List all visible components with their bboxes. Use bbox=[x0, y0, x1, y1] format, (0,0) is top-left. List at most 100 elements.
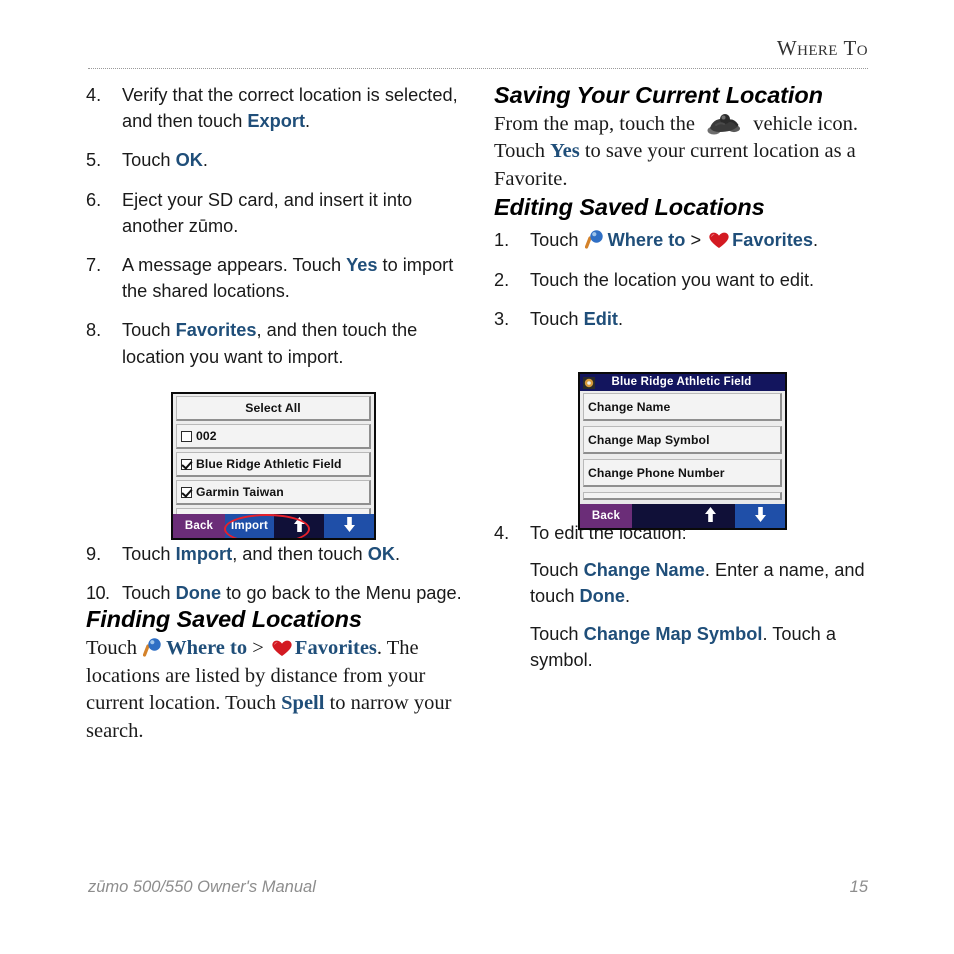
list-item: 6. Eject your SD card, and insert it int… bbox=[86, 187, 474, 239]
device-screenshot-edit-location: Blue Ridge Athletic Field Change Name Ch… bbox=[578, 372, 787, 530]
ui-ref-import: Import bbox=[175, 543, 233, 564]
saving-current-location-paragraph: From the map, touch the vehicle icon. To… bbox=[494, 111, 882, 194]
device-row-change-phone-number[interactable]: Change Phone Number bbox=[583, 459, 782, 487]
header-title-smallcaps-o: O bbox=[856, 43, 868, 59]
substep-text-part: Touch bbox=[530, 623, 584, 644]
header-title-cap-w: W bbox=[776, 36, 798, 60]
list-item: 1. Touch Where to > Favorites. bbox=[494, 227, 882, 253]
device-row-select-all[interactable]: Select All bbox=[176, 396, 371, 421]
step-text: Touch the location you want to edit. bbox=[530, 269, 815, 290]
device-import-button[interactable]: Import bbox=[225, 514, 274, 538]
device-row-garmin-taiwan[interactable]: Garmin Taiwan bbox=[176, 480, 371, 505]
ui-ref-where-to: Where to bbox=[166, 636, 248, 659]
device-row-label: Change Name bbox=[588, 399, 671, 414]
step-text-part: . bbox=[202, 150, 208, 171]
ui-ref-done: Done bbox=[579, 586, 626, 607]
list-item: 4. To edit the location: Touch Change Na… bbox=[494, 520, 882, 673]
device-row-partial bbox=[583, 492, 782, 500]
step-number: 9. bbox=[86, 543, 102, 564]
arrow-down-icon bbox=[342, 516, 357, 536]
substep-text-part: Touch bbox=[530, 560, 584, 581]
step-text-part: Touch bbox=[122, 150, 176, 171]
device-scroll-down-button[interactable] bbox=[735, 504, 785, 528]
device-row-label: Select All bbox=[245, 401, 301, 415]
step-text-part: . bbox=[813, 230, 819, 251]
ui-ref-yes: Yes bbox=[346, 255, 378, 276]
device-toolbar: Back Import bbox=[173, 514, 374, 538]
checkbox-checked[interactable] bbox=[181, 458, 192, 470]
device-back-button[interactable]: Back bbox=[173, 514, 225, 538]
ui-ref-change-map-symbol: Change Map Symbol bbox=[583, 623, 763, 644]
step-text-part: A message appears. Touch bbox=[122, 255, 347, 276]
step-text: A message appears. Touch Yes to import t… bbox=[122, 255, 453, 301]
device-row-blue-ridge-athletic-field[interactable]: Blue Ridge Athletic Field bbox=[176, 452, 371, 477]
substep-change-name: Touch Change Name. Enter a name, and tou… bbox=[530, 557, 882, 609]
section-heading-editing-saved-locations: Editing Saved Locations bbox=[494, 193, 765, 220]
editing-steps-list: 1. Touch Where to > Favorites. 2. Touch … bbox=[494, 227, 882, 332]
ui-ref-ok: OK bbox=[175, 150, 203, 171]
device-row-change-map-symbol[interactable]: Change Map Symbol bbox=[583, 426, 782, 454]
device-row-002[interactable]: 002 bbox=[176, 424, 371, 449]
list-item: 8. Touch Favorites, and then touch the l… bbox=[86, 317, 474, 369]
device-titlebar: Blue Ridge Athletic Field bbox=[580, 374, 785, 391]
step-text-part: Touch bbox=[122, 583, 176, 604]
ui-ref-spell: Spell bbox=[281, 692, 325, 715]
finding-saved-locations-paragraph: Touch Where to > Favorites. The location… bbox=[86, 635, 474, 746]
step-text-part: Touch bbox=[530, 230, 584, 251]
step-text-part: , and then touch bbox=[232, 543, 368, 564]
search-icon bbox=[142, 637, 165, 657]
checkbox-unchecked[interactable] bbox=[181, 430, 192, 442]
steps-list-upper: 4. Verify that the correct location is s… bbox=[86, 82, 474, 370]
ui-ref-export: Export bbox=[247, 111, 306, 132]
list-item: 7. A message appears. Touch Yes to impor… bbox=[86, 252, 474, 304]
step-text-part: . bbox=[394, 543, 401, 564]
list-item: 2. Touch the location you want to edit. bbox=[494, 267, 882, 293]
manual-page: WHERE TO 4. Verify that the correct loca… bbox=[0, 0, 954, 954]
path-separator: > bbox=[685, 230, 707, 251]
step-text: Touch Where to > Favorites. bbox=[530, 230, 818, 250]
step-number: 10. bbox=[86, 583, 110, 604]
step-number: 6. bbox=[86, 189, 102, 210]
list-item: 4. Verify that the correct location is s… bbox=[86, 82, 474, 134]
page-header: WHERE TO bbox=[88, 36, 868, 61]
motorcycle-icon bbox=[704, 112, 744, 136]
step-number: 2. bbox=[494, 269, 510, 290]
device-scroll-up-button[interactable] bbox=[685, 504, 735, 528]
ui-ref-favorites: Favorites bbox=[294, 636, 377, 659]
device-list: Select All 002 Blue Ridge Athletic Field… bbox=[173, 394, 374, 516]
step-text: Verify that the correct location is sele… bbox=[122, 85, 458, 131]
device-scroll-up-button[interactable] bbox=[274, 514, 324, 538]
step-number: 8. bbox=[86, 320, 102, 341]
device-scroll-down-button[interactable] bbox=[324, 514, 374, 538]
step-text: Touch Favorites, and then touch the loca… bbox=[122, 320, 417, 366]
arrow-up-icon bbox=[703, 506, 718, 526]
ui-ref-where-to: Where to bbox=[607, 230, 686, 251]
ui-ref-favorites: Favorites bbox=[732, 230, 814, 251]
list-item: 5. Touch OK. bbox=[86, 147, 474, 173]
page-footer: zūmo 500/550 Owner's Manual 15 bbox=[88, 878, 868, 897]
step-text: Eject your SD card, and insert it into a… bbox=[122, 189, 413, 236]
heart-icon bbox=[707, 230, 731, 249]
header-title-cap-t: T bbox=[843, 36, 857, 60]
step-text-part: Touch bbox=[530, 308, 584, 329]
section-heading-finding-saved-locations: Finding Saved Locations bbox=[86, 606, 362, 633]
substep-text-part: . bbox=[625, 586, 631, 607]
step-text-part: . bbox=[617, 308, 624, 329]
heart-icon bbox=[270, 638, 294, 656]
search-icon bbox=[584, 229, 607, 250]
footer-manual-title: zūmo 500/550 Owner's Manual bbox=[88, 878, 316, 896]
device-row-change-name[interactable]: Change Name bbox=[583, 393, 782, 421]
footer-page-number: 15 bbox=[849, 878, 868, 896]
checkbox-checked[interactable] bbox=[181, 486, 192, 498]
device-row-label: Blue Ridge Athletic Field bbox=[196, 457, 342, 471]
ui-ref-yes: Yes bbox=[550, 140, 580, 163]
step-number: 1. bbox=[494, 230, 510, 251]
device-row-label: Change Map Symbol bbox=[588, 432, 710, 447]
device-list: Change Name Change Map Symbol Change Pho… bbox=[580, 391, 785, 500]
step-text-part: . bbox=[305, 111, 311, 132]
step-number: 5. bbox=[86, 150, 102, 171]
device-toolbar-blank bbox=[632, 504, 685, 528]
device-back-button[interactable]: Back bbox=[580, 504, 632, 528]
step-text-part: to go back to the Menu page. bbox=[221, 583, 462, 604]
device-row-label: Garmin Taiwan bbox=[196, 485, 284, 499]
